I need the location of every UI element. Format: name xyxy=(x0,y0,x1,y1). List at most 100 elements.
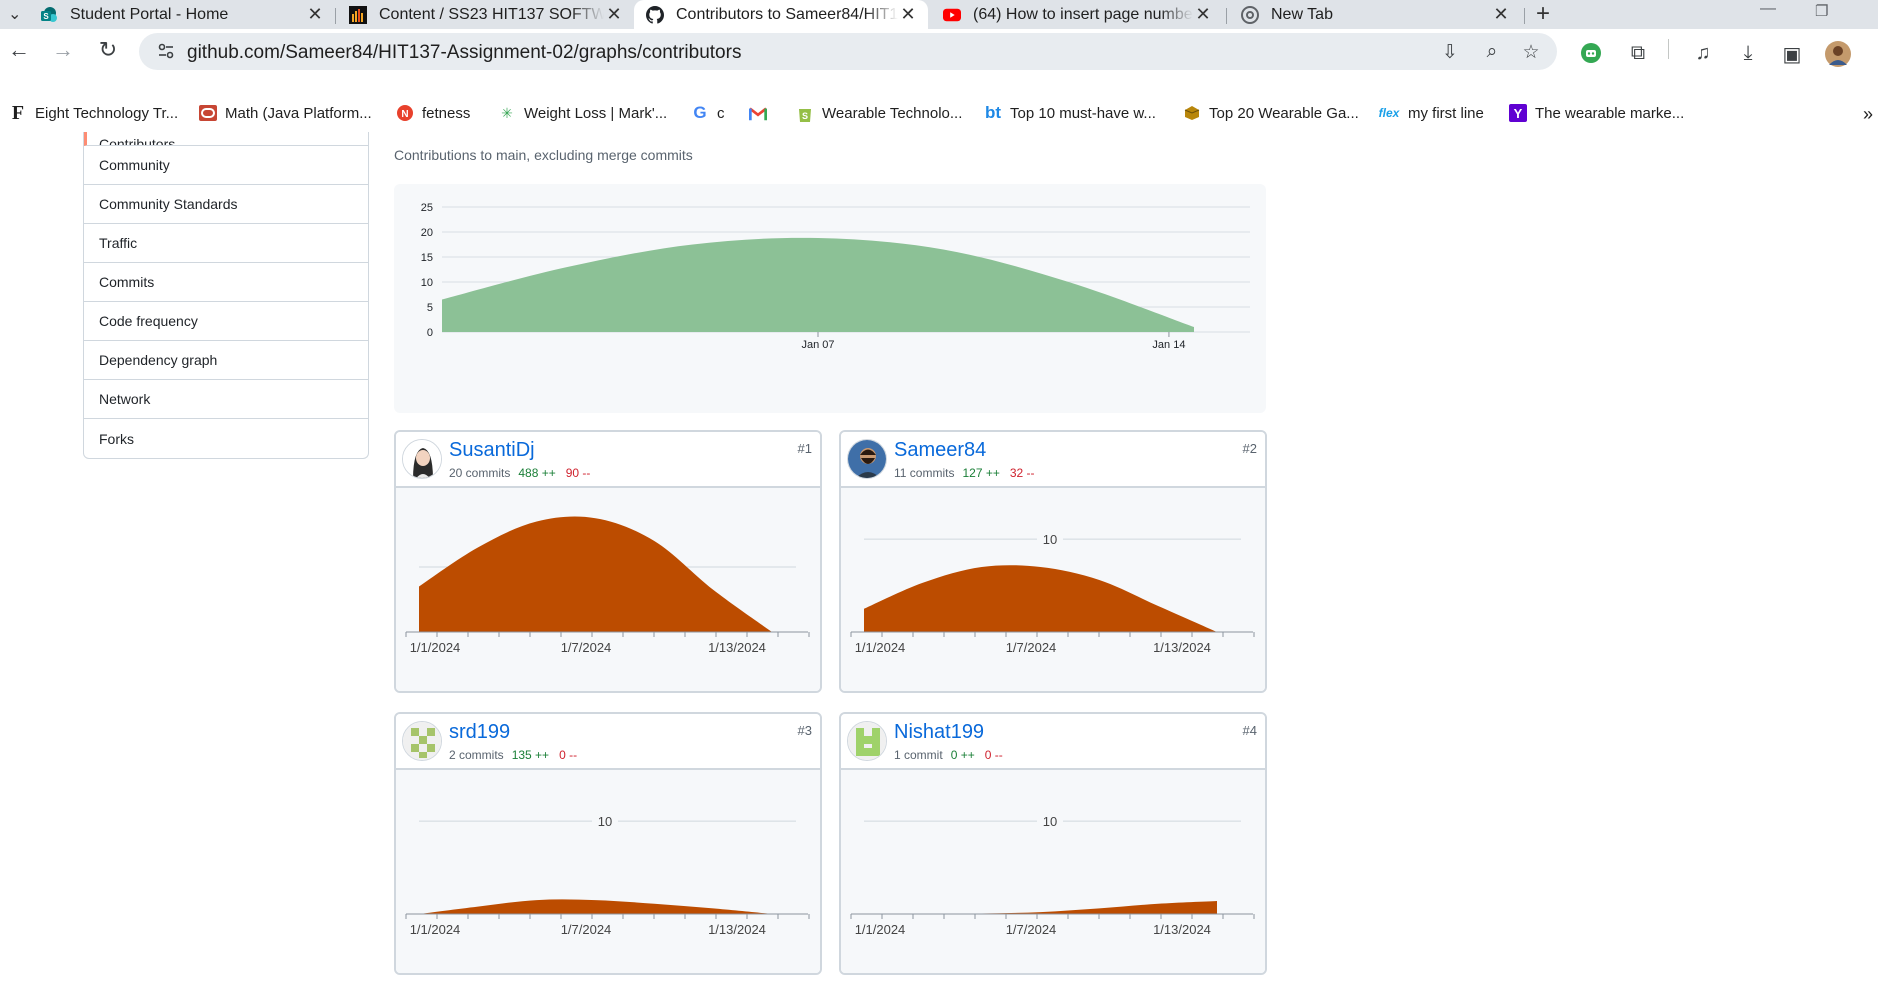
commit-count-link[interactable]: 20 commits xyxy=(449,466,510,480)
bookmark-top-20[interactable]: Top 20 Wearable Ga... xyxy=(1183,104,1359,122)
bookmark-math-java[interactable]: Math (Java Platform... xyxy=(199,104,372,122)
contributor-username-link[interactable]: SusantiDj xyxy=(449,439,535,462)
sidebar-item-commits[interactable]: Commits xyxy=(84,263,368,302)
pixel-avatar-green-icon[interactable] xyxy=(402,721,442,761)
bookmark-label: c xyxy=(717,104,725,122)
x-tick-label: Jan 14 xyxy=(1152,339,1185,351)
tab-student-portal[interactable]: S Student Portal - Home ✕ xyxy=(40,0,325,29)
contributor-header: Sameer84 11 commits 127 ++ 32 -- #2 xyxy=(841,432,1265,488)
bookmark-gmail[interactable] xyxy=(749,104,775,122)
extension-robot-icon[interactable] xyxy=(1579,42,1603,66)
tab-title: Student Portal - Home xyxy=(70,5,229,23)
back-arrow-icon[interactable]: ← xyxy=(7,37,31,63)
contributor-username-link[interactable]: Sameer84 xyxy=(894,439,986,462)
sidebar-item-forks[interactable]: Forks xyxy=(84,419,368,458)
sidebar-item-contributors[interactable]: Contributors xyxy=(84,132,368,146)
commit-count-link[interactable]: 1 commit xyxy=(894,748,943,762)
tab-new-tab[interactable]: New Tab ✕ xyxy=(1241,0,1511,29)
bookmark-label: Top 10 must-have w... xyxy=(1010,104,1156,122)
contributor-username-link[interactable]: srd199 xyxy=(449,721,510,744)
contributor-area-chart: 10 1/1/2024 1/7/2024 1/13/2024 xyxy=(850,813,1255,937)
bookmark-label: fetness xyxy=(422,104,471,122)
additions-count: 0 ++ xyxy=(950,748,975,762)
sidebar-item-network[interactable]: Network xyxy=(84,380,368,419)
tab-hit137-content[interactable]: Content / SS23 HIT137 SOFTWARE ✕ xyxy=(349,0,624,29)
commit-count-link[interactable]: 2 commits xyxy=(449,748,504,762)
bookmark-flex[interactable]: flex my first line xyxy=(1378,104,1484,122)
contributor-username-link[interactable]: Nishat199 xyxy=(894,721,984,744)
sidebar-item-community-standards[interactable]: Community Standards xyxy=(84,185,368,224)
media-control-icon[interactable]: ♫ xyxy=(1691,42,1715,66)
f-logo-icon: F xyxy=(11,101,25,124)
restore-icon[interactable]: ❐ xyxy=(1815,2,1828,20)
gmail-icon xyxy=(749,104,767,122)
close-icon[interactable]: ✕ xyxy=(604,4,624,25)
sidebar-item-traffic[interactable]: Traffic xyxy=(84,224,368,263)
tab-contributors[interactable]: Contributors to Sameer84/HIT137 ✕ xyxy=(634,0,928,29)
leaf-icon: ✳ xyxy=(501,104,513,121)
tab-search-chevron-icon[interactable]: ⌄ xyxy=(8,4,21,24)
downloads-icon[interactable]: ⤓ xyxy=(1736,42,1760,66)
reload-icon[interactable]: ↻ xyxy=(96,37,120,63)
bookmark-top-10[interactable]: bt Top 10 must-have w... xyxy=(984,103,1156,122)
bookmark-star-icon[interactable]: ☆ xyxy=(1520,41,1542,63)
bookmark-fetness[interactable]: Nfetness xyxy=(396,104,470,122)
tab-youtube[interactable]: (64) How to insert page numbers ✕ xyxy=(943,0,1213,29)
forward-arrow-icon[interactable]: → xyxy=(51,37,75,63)
bookmark-weight-loss[interactable]: ✳ Weight Loss | Mark'... xyxy=(498,104,667,122)
overview-chart: 25 20 15 10 5 0 Jan 07 Jan 14 xyxy=(394,184,1266,413)
extensions-puzzle-icon[interactable]: ⧉ xyxy=(1626,42,1650,66)
oracle-icon xyxy=(199,104,217,122)
sidebar-item-community[interactable]: Community xyxy=(84,146,368,185)
circle-logo-icon: N xyxy=(396,104,414,122)
contributor-card: srd199 2 commits 135 ++ 0 -- #3 10 1/1/2024 1/7… xyxy=(394,712,822,975)
bookmark-label: Weight Loss | Mark'... xyxy=(524,104,668,122)
more-bookmarks-chevron-icon[interactable]: » xyxy=(1863,104,1873,125)
close-icon[interactable]: ✕ xyxy=(1491,4,1511,25)
contribution-area xyxy=(864,901,1217,915)
contributor-stats: 11 commits 127 ++ 32 -- xyxy=(894,466,1035,480)
bookmark-google-c[interactable]: Gc xyxy=(691,103,725,122)
sidebar-item-code-frequency[interactable]: Code frequency xyxy=(84,302,368,341)
bookmark-wearable-tech[interactable]: S Wearable Technolo... xyxy=(796,104,962,122)
close-icon[interactable]: ✕ xyxy=(898,4,918,25)
shopify-icon: S xyxy=(796,104,814,122)
side-panel-icon[interactable]: ▣ xyxy=(1780,42,1804,66)
zoom-icon[interactable]: ⌕ xyxy=(1481,41,1503,63)
close-icon[interactable]: ✕ xyxy=(305,4,325,25)
additions-count: 127 ++ xyxy=(962,466,1000,480)
box-icon xyxy=(1183,104,1201,122)
girl-avatar-icon[interactable] xyxy=(402,439,442,479)
bookmarks-bar: F Eight Technology Tr... Math (Java Platf… xyxy=(0,96,1878,132)
contributor-stats: 1 commit 0 ++ 0 -- xyxy=(894,748,1003,762)
x-tick-label: Jan 07 xyxy=(801,339,834,351)
contributor-rank: #2 xyxy=(1242,441,1257,456)
sidebar-item-label: Forks xyxy=(99,430,134,447)
x-tick-label: 1/13/2024 xyxy=(1153,922,1211,937)
new-tab-plus-icon[interactable]: + xyxy=(1536,0,1550,28)
man-avatar-icon[interactable] xyxy=(847,439,887,479)
x-tick-label: 1/13/2024 xyxy=(708,640,766,655)
bookmark-label: Top 20 Wearable Ga... xyxy=(1209,104,1359,122)
close-icon[interactable]: ✕ xyxy=(1193,4,1213,25)
pixel-avatar-lime-icon[interactable] xyxy=(847,721,887,761)
install-app-icon[interactable]: ⇩ xyxy=(1439,41,1461,63)
bookmark-wearable-market[interactable]: Y The wearable marke... xyxy=(1509,104,1684,122)
site-settings-icon[interactable] xyxy=(157,42,175,60)
y-tick-label: 15 xyxy=(421,252,433,264)
bookmark-eight-technology[interactable]: F Eight Technology Tr... xyxy=(9,101,178,124)
profile-avatar[interactable] xyxy=(1825,41,1851,67)
contribution-area xyxy=(419,899,772,914)
contributor-chart-area: 10 1/1/2024 1/7/2024 1/13/2024 xyxy=(841,770,1265,973)
bookmark-label: Wearable Technolo... xyxy=(822,104,963,122)
address-bar[interactable]: github.com/Sameer84/HIT137-Assignment-02… xyxy=(139,33,1557,70)
bookmark-label: The wearable marke... xyxy=(1535,104,1685,122)
sidebar-item-dependency-graph[interactable]: Dependency graph xyxy=(84,341,368,380)
y-tick-label: 5 xyxy=(427,302,433,314)
minimize-icon[interactable]: — xyxy=(1760,0,1776,18)
commit-count-link[interactable]: 11 commits xyxy=(894,466,954,480)
sidebar-item-label: Contributors xyxy=(99,136,176,146)
contributor-chart-area: 10 1/1/2024 1/7/2024 1/13/2024 xyxy=(396,770,820,973)
svg-text:S: S xyxy=(43,12,49,21)
chrome-icon xyxy=(1241,5,1259,24)
